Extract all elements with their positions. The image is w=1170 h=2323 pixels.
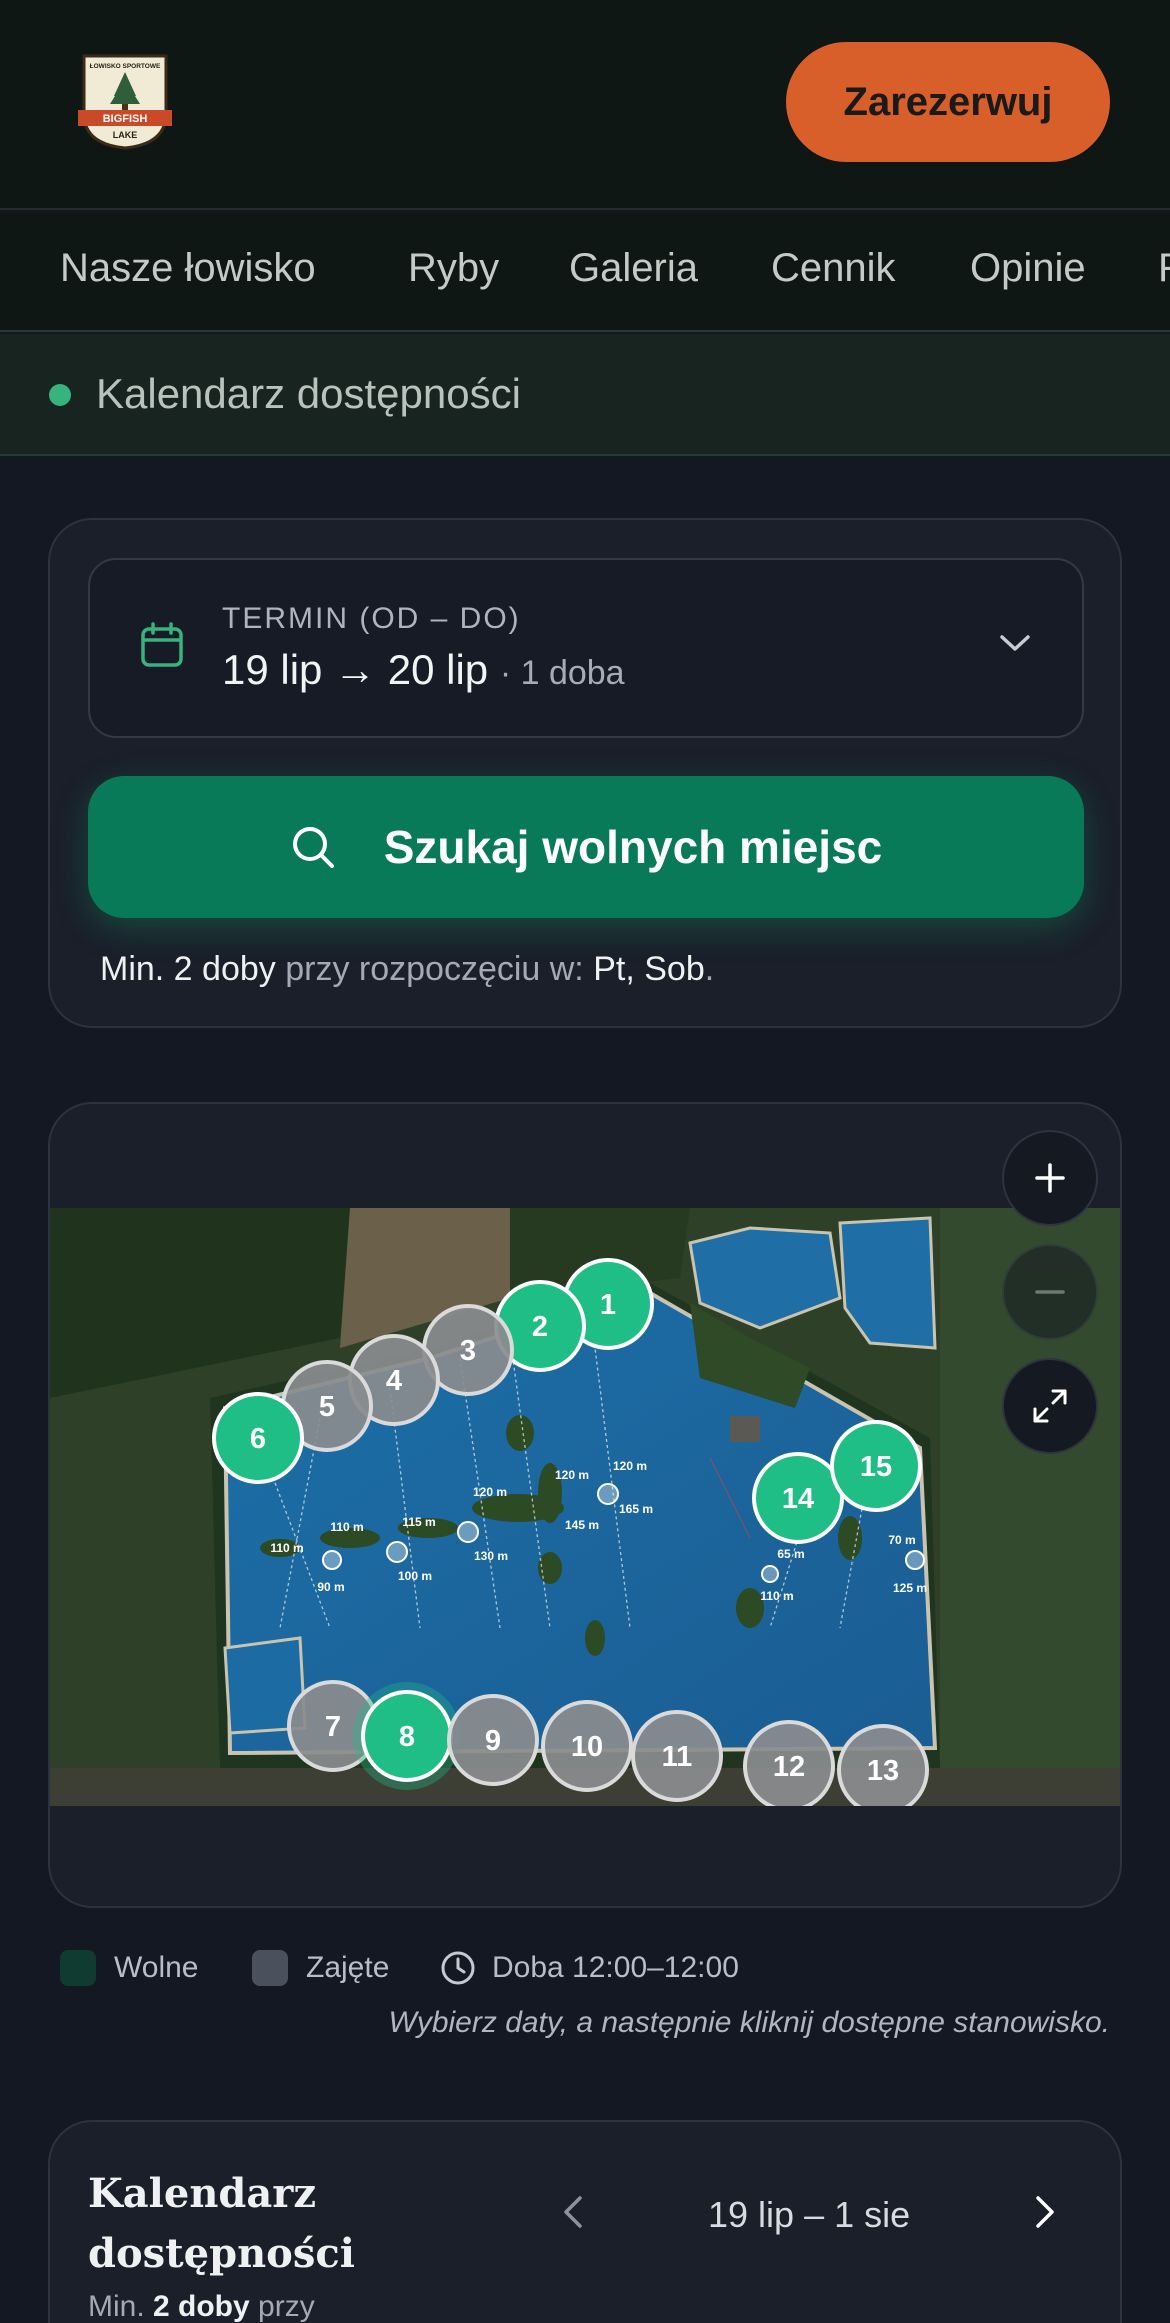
peg-number: 11 (662, 1741, 693, 1773)
zoom-out-button[interactable] (1002, 1244, 1098, 1340)
minus-icon (1035, 1290, 1065, 1294)
calendar-icon (141, 622, 183, 667)
distance-label: 90 m (317, 1580, 344, 1594)
search-free-spots-button[interactable]: Szukaj wolnych miejsc (88, 776, 1084, 918)
min-stay-suffix: . (704, 950, 715, 988)
reserve-button[interactable]: Zarezerwuj (786, 42, 1110, 162)
peg-number: 14 (782, 1483, 814, 1515)
peg-12-taken: 12 (743, 1720, 835, 1806)
map-hint: Wybierz daty, a następnie kliknij dostęp… (388, 2006, 1110, 2039)
bigfish-lake-logo[interactable]: ŁOWISKO SPORTOWE BIGFISH LAKE (78, 52, 172, 150)
expand-icon (1033, 1389, 1067, 1423)
peg-number: 10 (571, 1731, 603, 1763)
fullscreen-button[interactable] (1002, 1358, 1098, 1454)
peg-14-free[interactable]: 14 (752, 1452, 844, 1544)
distance-label: 115 m (402, 1515, 435, 1529)
peg-10-taken: 10 (541, 1700, 633, 1792)
calendar-next-button[interactable] (1026, 2192, 1062, 2232)
svg-text:ŁOWISKO SPORTOWE: ŁOWISKO SPORTOWE (90, 63, 161, 70)
calendar-sub-prefix: Min. (88, 2290, 154, 2323)
nav-item-lake[interactable]: Nasze łowisko (60, 246, 316, 291)
nav-item-fish[interactable]: Ryby (408, 246, 499, 291)
peg-number: 4 (386, 1365, 402, 1397)
legend-taken-label: Zajęte (306, 1951, 390, 1984)
legend-free-label: Wolne (114, 1951, 199, 1984)
clock-icon (441, 1951, 475, 1985)
site-header: ŁOWISKO SPORTOWE BIGFISH LAKE Zarezerwuj (0, 0, 1170, 210)
distance-label: 70 m (888, 1533, 915, 1547)
nav-item-reviews[interactable]: Opinie (970, 246, 1086, 291)
calendar-sub-nights: 2 doby (153, 2290, 250, 2323)
distance-label: 110 m (330, 1520, 363, 1534)
legend-taken-swatch (252, 1950, 288, 1986)
peg-9-taken: 9 (447, 1694, 539, 1786)
min-stay-text: przy rozpoczęciu w: (275, 950, 594, 988)
peg-13-taken: 13 (837, 1724, 929, 1806)
peg-number: 8 (399, 1721, 415, 1753)
calendar-sub-suffix: przy (249, 2290, 315, 2323)
legend-day-label: Doba 12:00–12:00 (492, 1951, 739, 1984)
search-card: TERMIN (OD – DO) 19 lip → 20 lip · 1 dob… (48, 518, 1122, 1028)
search-button-label: Szukaj wolnych miejsc (383, 821, 883, 873)
legend-free-swatch (60, 1950, 96, 1986)
chevron-down-icon (1000, 635, 1030, 651)
date-range-label: TERMIN (OD – DO) (222, 602, 521, 635)
zoom-in-button[interactable] (1002, 1130, 1098, 1226)
plus-icon (1035, 1163, 1065, 1193)
peg-number: 12 (773, 1751, 805, 1783)
date-range-nights: · 1 doba (499, 654, 625, 692)
date-range-picker[interactable]: TERMIN (OD – DO) 19 lip → 20 lip · 1 dob… (88, 558, 1084, 738)
calendar-prev-button[interactable] (556, 2192, 592, 2232)
svg-text:LAKE: LAKE (113, 130, 138, 140)
peg-number: 5 (319, 1391, 335, 1423)
svg-text:BIGFISH: BIGFISH (103, 113, 148, 125)
date-range-value: 19 lip → 20 lip · 1 doba (222, 646, 625, 694)
calendar-range: 19 lip – 1 sie (708, 2194, 911, 2235)
peg-number: 15 (860, 1451, 892, 1483)
distance-label: 145 m (565, 1518, 599, 1532)
legend-taken: Zajęte (252, 1948, 389, 1988)
nav-item-overflow[interactable]: F (1158, 246, 1170, 291)
distance-label: 65 m (777, 1547, 804, 1561)
min-stay-days: Pt, Sob (593, 950, 705, 988)
minimum-stay-note: Min. 2 doby przy rozpoczęciu w: Pt, Sob. (100, 950, 714, 989)
peg-6-free[interactable]: 6 (212, 1392, 304, 1484)
nav-item-gallery[interactable]: Galeria (569, 246, 698, 291)
distance-label: 100 m (398, 1569, 432, 1583)
calendar-subtitle: Min. 2 doby przy (88, 2290, 315, 2323)
status-dot-icon (49, 384, 71, 406)
distance-label: 120 m (473, 1485, 507, 1499)
min-stay-nights: Min. 2 doby (100, 950, 276, 988)
legend-day: Doba 12:00–12:00 (440, 1948, 739, 1988)
peg-15-free[interactable]: 15 (830, 1420, 922, 1512)
availability-calendar-card: Kalendarz dostępności Min. 2 doby przy 1… (48, 2120, 1122, 2323)
peg-number: 7 (325, 1711, 341, 1743)
lake-map-card: 110 m 110 m 90 m 115 m 100 m 120 m 130 m… (48, 1102, 1122, 1908)
distance-label: 110 m (270, 1541, 303, 1555)
distance-label: 110 m (760, 1589, 793, 1603)
date-range-dates: 19 lip → 20 lip (222, 646, 489, 693)
availability-link-label: Kalendarz dostępności (96, 370, 521, 417)
distance-label: 130 m (474, 1549, 508, 1563)
peg-11-taken: 11 (631, 1710, 723, 1802)
distance-label: 165 m (619, 1502, 653, 1516)
distance-label: 120 m (555, 1468, 589, 1482)
building (730, 1416, 760, 1442)
calendar-title: Kalendarz dostępności (88, 2170, 355, 2277)
distance-label: 120 m (613, 1459, 647, 1473)
peg-number: 2 (532, 1311, 548, 1343)
peg-number: 1 (600, 1289, 616, 1321)
peg-number: 13 (867, 1755, 899, 1787)
availability-link-bar[interactable]: Kalendarz dostępności (0, 334, 1170, 456)
peg-number: 9 (485, 1725, 501, 1757)
peg-8-free[interactable]: 8 (353, 1682, 461, 1790)
legend-free: Wolne (60, 1948, 199, 1988)
lake-map[interactable]: 110 m 110 m 90 m 115 m 100 m 120 m 130 m… (50, 1208, 1120, 1806)
nav-item-pricing[interactable]: Cennik (771, 246, 896, 291)
search-icon (292, 827, 334, 868)
peg-number: 3 (460, 1335, 476, 1367)
main-nav: Nasze łowisko Ryby Galeria Cennik Opinie… (0, 212, 1170, 332)
peg-number: 6 (250, 1423, 266, 1455)
distance-label: 125 m (893, 1581, 927, 1595)
